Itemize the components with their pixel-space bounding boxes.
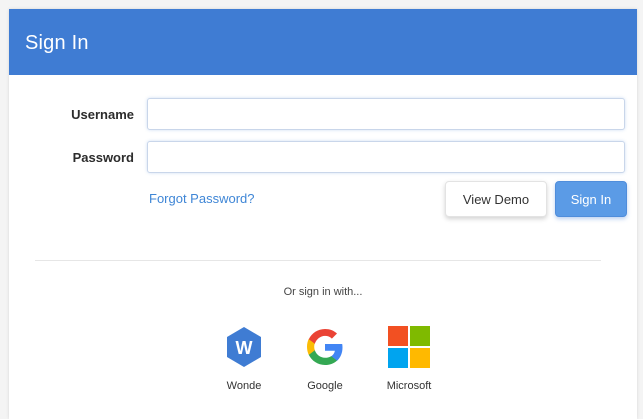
google-sign-in-button[interactable]: Google (290, 325, 360, 395)
username-field[interactable] (147, 98, 625, 130)
page-title: Sign In (25, 32, 89, 54)
forgot-password-link[interactable]: Forgot Password? (149, 191, 255, 206)
microsoft-sign-in-button[interactable]: Microsoft (374, 325, 444, 395)
microsoft-label: Microsoft (386, 380, 432, 392)
sign-in-button[interactable]: Sign In (555, 181, 627, 217)
or-sign-in-with-text: Or sign in with... (283, 286, 363, 298)
password-label: Password (72, 150, 134, 165)
header-bar: Sign In (9, 9, 637, 75)
svg-text:W: W (236, 338, 253, 358)
view-demo-button[interactable]: View Demo (445, 181, 547, 217)
microsoft-logo-icon (387, 325, 431, 369)
password-field[interactable] (147, 141, 625, 173)
wonde-label: Wonde (226, 380, 262, 392)
username-label: Username (71, 107, 134, 122)
divider (35, 260, 601, 261)
wonde-logo-icon: W (222, 325, 266, 369)
google-logo-icon (303, 325, 347, 369)
sign-in-panel: Sign In Username Password Forgot Passwor… (9, 9, 637, 419)
google-label: Google (307, 380, 343, 392)
wonde-sign-in-button[interactable]: W Wonde (209, 325, 279, 395)
